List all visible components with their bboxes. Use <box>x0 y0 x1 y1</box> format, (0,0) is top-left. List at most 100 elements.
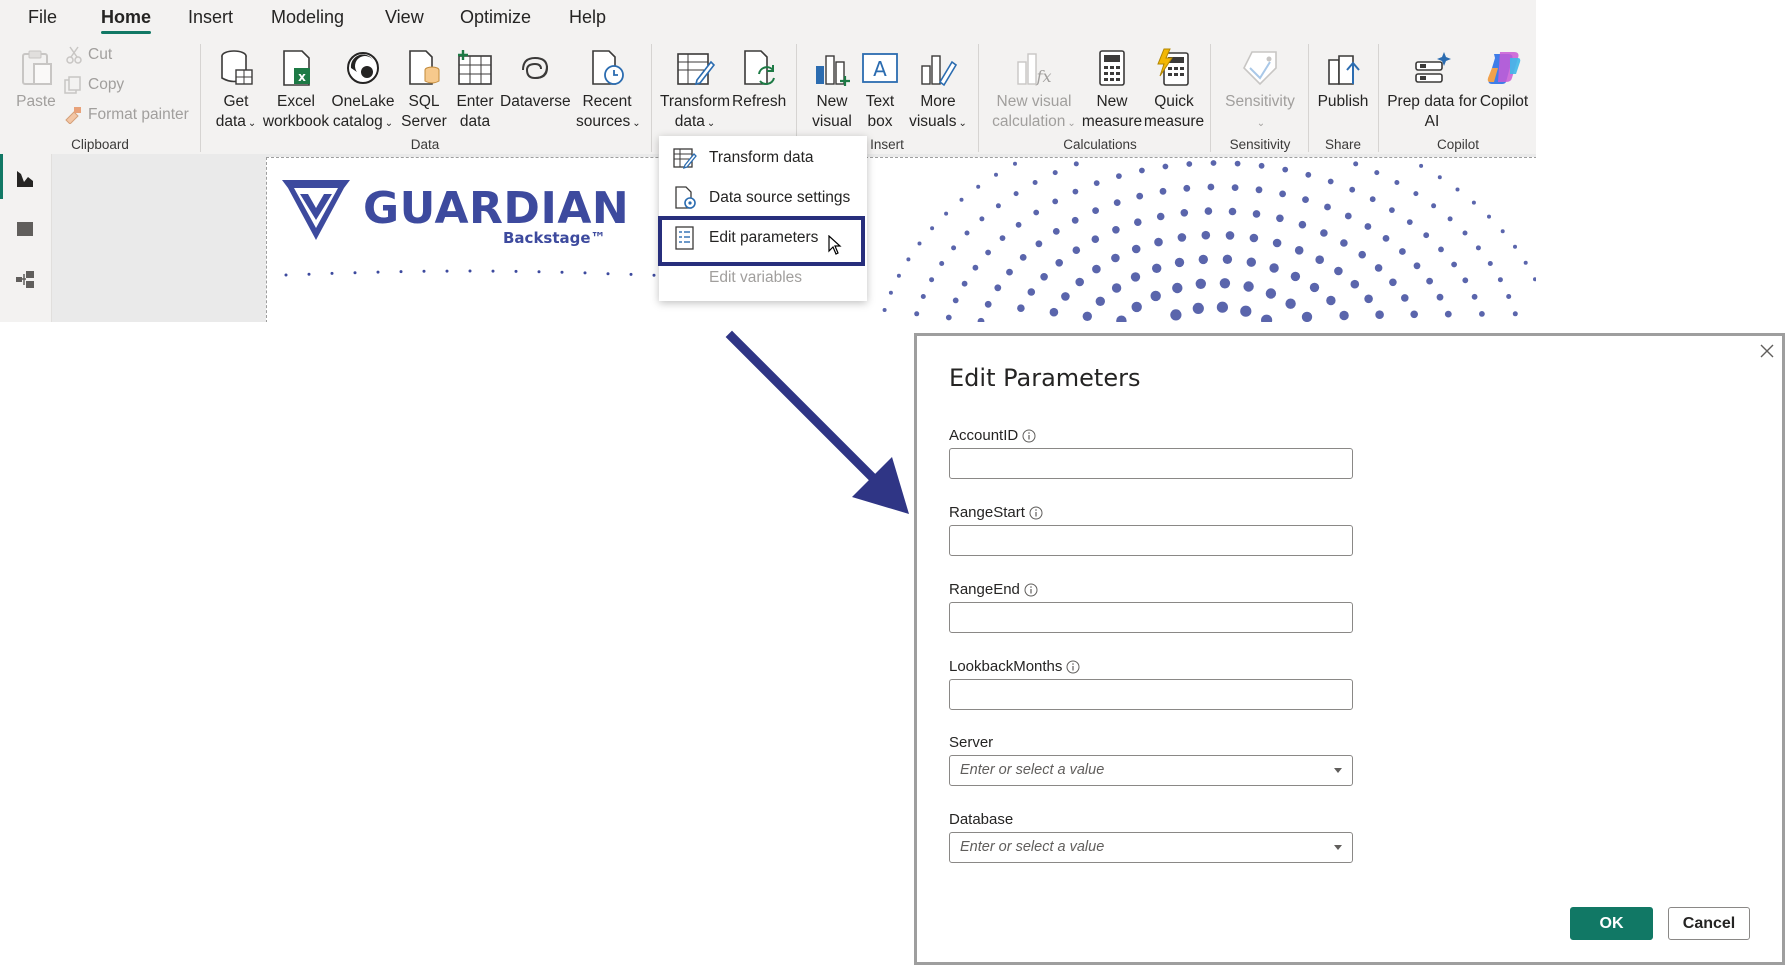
more-visuals-label-1: More <box>920 93 956 110</box>
range-end-input[interactable] <box>949 602 1353 633</box>
sensitivity-button[interactable]: Sensitivity ⌄ <box>1220 48 1300 134</box>
decorative-dot <box>1222 254 1233 264</box>
decorative-dot <box>1092 264 1101 274</box>
server-combobox[interactable]: Enter or select a value <box>949 755 1353 786</box>
decorative-dot <box>959 197 964 202</box>
menu-item-data-source-settings[interactable]: Data source settings <box>659 179 867 217</box>
menu-item-label: Data source settings <box>709 189 851 206</box>
model-view-icon[interactable] <box>14 268 36 290</box>
menu-bar: File Home Insert Modeling View Optimize … <box>0 0 1536 40</box>
ok-button[interactable]: OK <box>1570 907 1653 940</box>
decorative-dot <box>1040 273 1048 281</box>
enter-data-button[interactable]: Enter data <box>452 48 498 132</box>
decorative-dot <box>307 272 311 276</box>
ribbon-divider <box>200 44 201 152</box>
tab-optimize[interactable]: Optimize <box>460 7 531 28</box>
chevron-down-icon[interactable] <box>1332 764 1344 776</box>
decorative-dot <box>1052 170 1058 176</box>
decorative-dot <box>1302 196 1309 203</box>
recent-sources-label-2: sources <box>576 113 631 130</box>
decorative-dot <box>1389 207 1395 213</box>
decorative-dot <box>1092 207 1099 214</box>
cancel-button[interactable]: Cancel <box>1668 907 1750 940</box>
new-visual-button[interactable]: New visual <box>805 48 859 132</box>
decorative-dot <box>888 290 893 295</box>
sql-server-button[interactable]: SQL Server <box>398 48 450 132</box>
decorative-dot <box>920 294 926 299</box>
get-data-button[interactable]: Get data ⌄ <box>211 48 261 134</box>
info-icon[interactable] <box>1022 429 1036 443</box>
decorative-dot <box>1326 295 1336 306</box>
decorative-dot <box>468 269 472 273</box>
decorative-dot <box>376 270 380 274</box>
info-icon[interactable] <box>1024 583 1038 597</box>
table-view-icon[interactable] <box>14 218 36 240</box>
close-icon[interactable] <box>1756 340 1778 362</box>
decorative-dot <box>1139 167 1145 174</box>
decorative-dot <box>1353 161 1359 167</box>
tab-file[interactable]: File <box>28 7 57 28</box>
svg-text:A: A <box>873 57 887 81</box>
format-painter-button[interactable]: Format painter <box>64 106 189 124</box>
prep-data-for-ai-button[interactable]: Prep data for AI <box>1386 48 1478 132</box>
decorative-dot <box>1052 228 1060 235</box>
decorative-dot <box>1225 231 1235 240</box>
decorative-dot <box>1290 271 1301 282</box>
info-icon[interactable] <box>1066 660 1080 674</box>
prep-data-ai-icon <box>1415 52 1451 83</box>
decorative-dot <box>583 271 587 275</box>
tab-help[interactable]: Help <box>569 7 606 28</box>
more-visuals-button[interactable]: More visuals ⌄ <box>904 48 972 134</box>
account-id-input[interactable] <box>949 448 1353 479</box>
onelake-catalog-button[interactable]: OneLake catalog ⌄ <box>331 48 395 134</box>
quick-measure-button[interactable]: Quick measure <box>1143 48 1205 132</box>
decorative-dot <box>1113 199 1121 206</box>
decorative-dot <box>976 184 981 189</box>
paste-button[interactable]: Paste <box>14 48 58 112</box>
server-placeholder: Enter or select a value <box>960 762 1105 778</box>
range-start-input[interactable] <box>949 525 1353 556</box>
dataverse-button[interactable]: Dataverse <box>500 48 571 112</box>
recent-sources-button[interactable]: Recent sources ⌄ <box>576 48 641 134</box>
new-visual-calculation-button[interactable]: fx New visual calculation ⌄ <box>990 48 1078 134</box>
decorative-dot <box>1216 301 1228 313</box>
report-view-icon[interactable] <box>14 168 36 190</box>
transform-label-2: data <box>674 113 705 130</box>
menu-item-label: Transform data <box>709 149 814 166</box>
copy-button[interactable]: Copy <box>64 76 124 94</box>
decorative-dot <box>1075 277 1084 287</box>
excel-workbook-button[interactable]: x Excel workbook <box>262 48 330 132</box>
tab-view[interactable]: View <box>385 7 424 28</box>
cut-button[interactable]: Cut <box>66 46 112 64</box>
refresh-button[interactable]: Refresh <box>732 48 786 112</box>
decorative-dot <box>1406 219 1413 225</box>
view-rail <box>0 154 52 322</box>
decorative-dot <box>1017 304 1025 312</box>
publish-button[interactable]: Publish <box>1314 48 1372 112</box>
ribbon-divider <box>1308 44 1309 152</box>
decorative-dot <box>1255 186 1263 194</box>
decorative-dot <box>1344 212 1352 220</box>
transform-data-button[interactable]: Transform data ⌄ <box>660 48 730 134</box>
tab-modeling[interactable]: Modeling <box>271 7 344 28</box>
menu-item-transform-data[interactable]: Transform data <box>659 139 867 177</box>
info-icon[interactable] <box>1029 506 1043 520</box>
lookback-months-input[interactable] <box>949 679 1353 710</box>
format-painter-label: Format painter <box>88 106 189 123</box>
excel-icon: x <box>283 50 310 86</box>
decorative-dot <box>1082 311 1092 321</box>
decorative-dot <box>1462 230 1468 236</box>
decorative-dot <box>514 269 518 273</box>
tab-insert[interactable]: Insert <box>188 7 233 28</box>
prep-data-label-2: AI <box>1424 113 1440 130</box>
new-visual-label-1: New <box>816 93 848 110</box>
decorative-dot <box>1130 272 1141 282</box>
database-combobox[interactable]: Enter or select a value <box>949 832 1353 863</box>
text-box-button[interactable]: A Text box <box>860 48 900 132</box>
chevron-down-icon[interactable] <box>1332 841 1344 853</box>
new-measure-button[interactable]: New measure <box>1081 48 1143 132</box>
decorative-dot <box>1423 232 1430 239</box>
database-placeholder: Enter or select a value <box>960 839 1105 855</box>
tab-home[interactable]: Home <box>101 7 152 34</box>
copilot-button[interactable]: Copilot <box>1474 48 1534 112</box>
